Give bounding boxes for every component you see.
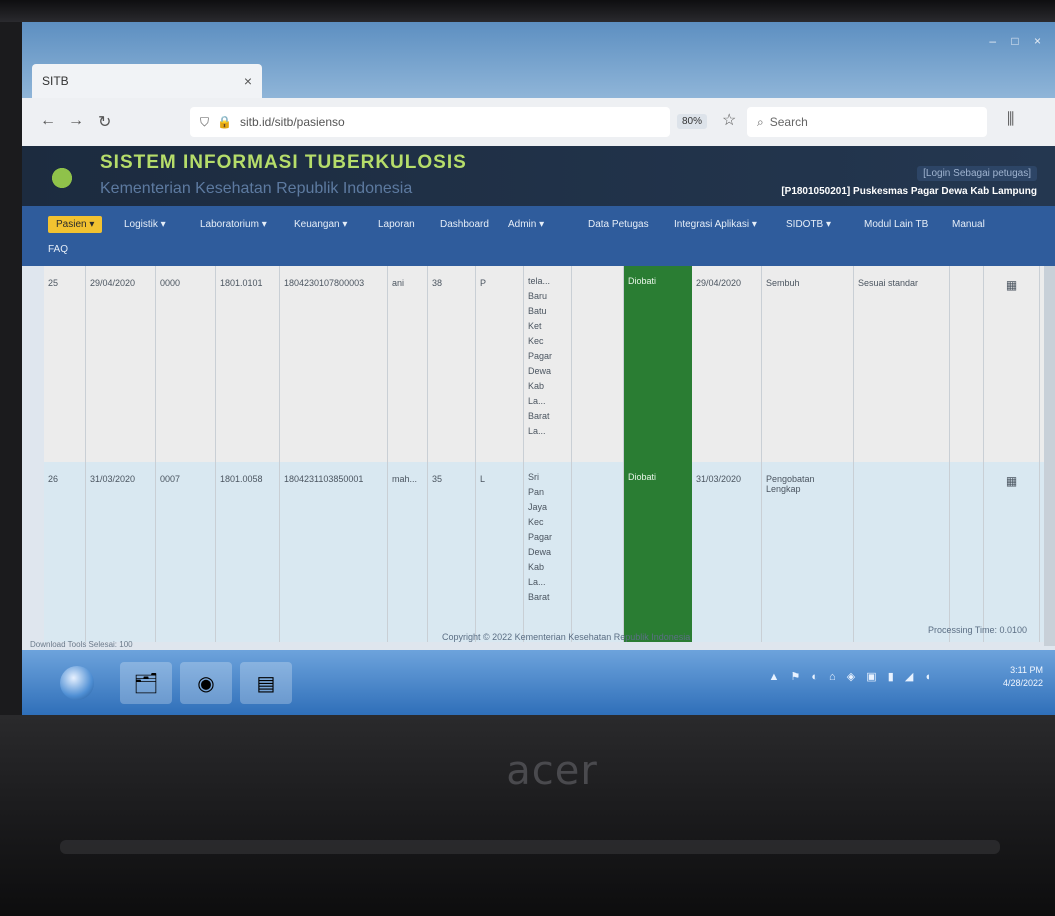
menu-item-admin[interactable]: Admin ▾ xyxy=(508,219,544,230)
menu-item-pasien[interactable]: Pasien ▾ xyxy=(48,216,103,233)
patient-table: 25 29/04/2020 0000 1801.0101 18042301078… xyxy=(44,266,1044,642)
back-arrow-icon[interactable]: ← xyxy=(40,112,56,130)
cell-spacer xyxy=(950,266,984,462)
cell-no: 26 xyxy=(44,462,86,642)
cell-start-date: 29/04/2020 xyxy=(692,266,762,462)
start-button[interactable] xyxy=(60,666,94,700)
cell-note: Sesuai standar xyxy=(854,266,950,462)
cell-no: 25 xyxy=(44,266,86,462)
facility-label: [P1801050201] Puskesmas Pagar Dewa Kab L… xyxy=(781,186,1037,197)
cell-sex: P xyxy=(476,266,524,462)
firefox-icon[interactable]: ◉ xyxy=(180,662,232,704)
laptop-bezel-bottom xyxy=(0,715,1055,916)
search-icon: ⌕ xyxy=(757,114,764,129)
close-tab-icon[interactable]: × xyxy=(244,73,252,89)
menu-item-keuangan[interactable]: Keuangan ▾ xyxy=(294,219,347,230)
processing-time: Processing Time: 0.0100 xyxy=(927,625,1027,635)
cell-sex: L xyxy=(476,462,524,642)
document-app-icon[interactable]: ▤ xyxy=(240,662,292,704)
menu-item-laboratorium[interactable]: Laboratorium ▾ xyxy=(200,219,267,230)
menu-item-laporan[interactable]: Laporan xyxy=(378,219,415,230)
shield-icon: ⛉ xyxy=(200,114,210,129)
main-menu: Pasien ▾ Logistik ▾ Laboratorium ▾ Keuan… xyxy=(22,206,1055,266)
browser-tab[interactable]: SITB × xyxy=(32,64,262,98)
menu-item-dashboard[interactable]: Dashboard xyxy=(440,219,489,230)
tab-title: SITB xyxy=(42,74,69,88)
library-icon[interactable]: ⫼ xyxy=(1007,111,1014,129)
url-text: sitb.id/sitb/pasienso xyxy=(239,115,345,129)
cell-code: 0007 xyxy=(156,462,216,642)
vertical-scrollbar[interactable] xyxy=(1044,266,1055,646)
taskbar-clock[interactable]: 3:11 PM 4/28/2022 xyxy=(1003,664,1043,690)
address-bar[interactable]: ⛉ 🔒 sitb.id/sitb/pasienso xyxy=(190,107,670,137)
forward-arrow-icon[interactable]: → xyxy=(68,112,84,130)
status-badge: Diobati xyxy=(624,266,692,462)
browser-navbar: ← → ↻ ⛉ 🔒 sitb.id/sitb/pasienso 80% ☆ ⌕ … xyxy=(22,98,1055,147)
menu-item-sidotb[interactable]: SIDOTB ▾ xyxy=(786,219,831,230)
menu-item-logistik[interactable]: Logistik ▾ xyxy=(124,219,166,230)
menu-item-faq[interactable]: FAQ xyxy=(48,244,68,255)
status-badge: Diobati xyxy=(624,462,692,642)
cell-nik: 1804230107800003 xyxy=(280,266,388,462)
cell-spacer xyxy=(950,462,984,642)
cell-code: 0000 xyxy=(156,266,216,462)
search-input[interactable]: ⌕ Search xyxy=(747,107,987,137)
lock-icon: 🔒 xyxy=(217,115,232,129)
kemenkes-logo xyxy=(42,158,82,198)
system-tray-icons[interactable]: ▲ ⚑ ◐ ⌂ ◈ ▣ ▮ ◢ ◖ xyxy=(769,670,936,683)
cell-name: mah... xyxy=(388,462,428,642)
file-explorer-icon[interactable]: 🗂 xyxy=(120,662,172,704)
cell-id: 1801.0101 xyxy=(216,266,280,462)
cell-age: 35 xyxy=(428,462,476,642)
menu-item-manual[interactable]: Manual xyxy=(952,219,985,230)
keyboard-edge xyxy=(60,840,1000,854)
browser-tabbar: SITB × – □ × xyxy=(22,22,1055,98)
view-detail-icon[interactable]: ▦ xyxy=(984,462,1040,642)
zoom-level-badge[interactable]: 80% xyxy=(677,114,708,129)
cell-result: Pengobatan Lengkap xyxy=(762,462,854,642)
cell-name: ani xyxy=(388,266,428,462)
cell-address: tela... Baru Batu Ket Kec Pagar Dewa Kab La.… xyxy=(524,266,572,462)
laptop-screen: SITB × – □ × ← → ↻ ⛉ 🔒 sitb.id/sitb/pasi… xyxy=(22,22,1055,715)
view-detail-icon[interactable]: ▦ xyxy=(984,266,1040,462)
site-subtitle: Kementerian Kesehatan Republik Indonesia xyxy=(100,180,413,197)
search-placeholder: Search xyxy=(769,115,808,129)
login-info[interactable]: [Login Sebagai petugas] xyxy=(917,166,1037,181)
cell-age: 38 xyxy=(428,266,476,462)
laptop-brand-logo: acer xyxy=(506,748,598,794)
cell-id: 1801.0058 xyxy=(216,462,280,642)
cell-address: Sri Pan Jaya Kec Pagar Dewa Kab La... Barat xyxy=(524,462,572,642)
reload-icon[interactable]: ↻ xyxy=(98,112,111,132)
cell-blank xyxy=(572,266,624,462)
bookmark-star-icon[interactable]: ☆ xyxy=(722,110,736,130)
cell-start-date: 31/03/2020 xyxy=(692,462,762,642)
site-title: SISTEM INFORMASI TUBERKULOSIS xyxy=(100,152,467,173)
cell-result: Sembuh xyxy=(762,266,854,462)
menu-item-integrasi-aplikasi[interactable]: Integrasi Aplikasi ▾ xyxy=(674,219,757,230)
footer-copyright: Copyright © 2022 Kementerian Kesehatan R… xyxy=(442,632,691,642)
site-header: SISTEM INFORMASI TUBERKULOSIS Kementeria… xyxy=(22,146,1055,206)
menu-item-modul-lain[interactable]: Modul Lain TB xyxy=(864,219,928,230)
table-row: 26 31/03/2020 0007 1801.0058 18042311038… xyxy=(44,462,1044,642)
cell-date: 31/03/2020 xyxy=(86,462,156,642)
window-controls[interactable]: – □ × xyxy=(989,34,1047,48)
cell-nik: 1804231103850001 xyxy=(280,462,388,642)
windows-taskbar: 🗂 ◉ ▤ ▲ ⚑ ◐ ⌂ ◈ ▣ ▮ ◢ ◖ 3:11 PM 4/28/202… xyxy=(22,650,1055,715)
cell-note xyxy=(854,462,950,642)
menu-item-data-petugas[interactable]: Data Petugas xyxy=(588,219,649,230)
cell-date: 29/04/2020 xyxy=(86,266,156,462)
table-row: 25 29/04/2020 0000 1801.0101 18042301078… xyxy=(44,266,1044,462)
cell-blank xyxy=(572,462,624,642)
laptop-bezel-top xyxy=(0,0,1055,22)
